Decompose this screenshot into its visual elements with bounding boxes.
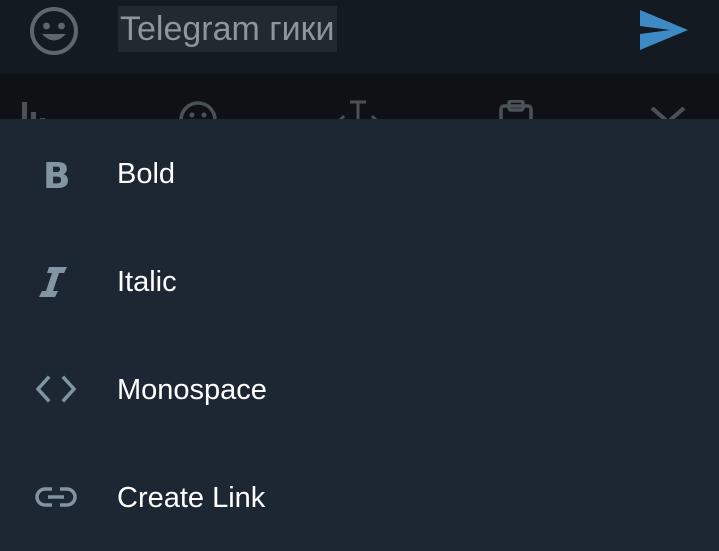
message-input-bar: Telegram гики [0,0,719,74]
menu-item-monospace[interactable]: Monospace [0,335,719,443]
svg-text:B: B [43,156,70,195]
paste-tool-button[interactable] [494,99,538,120]
clipboard-icon [499,99,533,120]
code-icon [30,367,82,411]
menu-item-italic[interactable]: Italic [0,227,719,335]
chart-bars-icon [22,102,45,120]
text-cursor-icon [337,100,379,120]
message-input[interactable]: Telegram гики [118,6,337,52]
link-icon [30,475,82,519]
smile-icon [30,7,78,55]
menu-item-label: Create Link [117,482,266,514]
attachment-toolbar [0,74,719,120]
menu-item-bold[interactable]: B Bold [0,119,719,227]
send-button[interactable] [636,4,692,56]
sticker-tool-button[interactable] [176,100,220,120]
stats-tool-button[interactable] [18,100,62,120]
close-icon [650,106,686,120]
telegram-screen: Telegram гики B Bold Italic Monospace Cr… [0,0,719,551]
text-format-tool-button[interactable] [336,100,380,120]
menu-item-label: Bold [117,158,176,190]
menu-item-label: Italic [117,266,177,298]
close-tool-button[interactable] [646,100,690,120]
bold-icon: B [30,151,82,195]
send-icon [640,10,688,50]
emoji-button[interactable] [28,5,80,57]
smile-icon [179,101,217,120]
italic-icon [30,259,82,303]
menu-item-label: Monospace [117,374,267,406]
format-menu: B Bold Italic Monospace Create Link [0,119,719,551]
menu-item-create-link[interactable]: Create Link [0,443,719,551]
